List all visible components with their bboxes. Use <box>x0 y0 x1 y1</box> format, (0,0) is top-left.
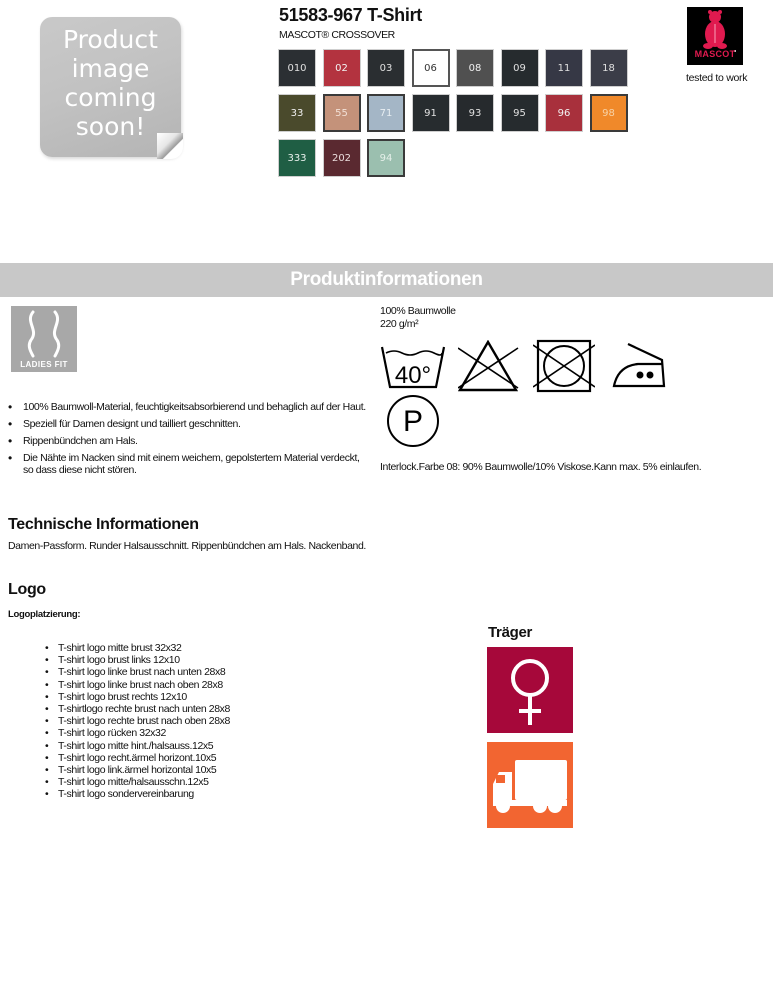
feature-item: Rippenbündchen am Hals. <box>8 435 368 447</box>
color-swatch-18[interactable]: 18 <box>589 49 628 87</box>
color-code: 02 <box>335 62 348 74</box>
material-composition: 100% Baumwolle <box>380 305 456 317</box>
technical-heading: Technische Informationen <box>8 516 199 533</box>
color-swatch-96[interactable]: 96 <box>545 94 583 132</box>
color-swatches: 010 02 03 06 08 09 11 18 33 55 71 91 93 95 96 98 333 202 9… <box>278 49 634 177</box>
color-swatch-02[interactable]: 02 <box>322 49 361 87</box>
feature-list: 100% Baumwoll-Material, feuchtigkeitsabs… <box>8 401 368 481</box>
no-tumble-dry-icon <box>533 339 595 393</box>
product-collection: MASCOT® CROSSOVER <box>279 29 395 41</box>
page-curl-icon <box>157 133 183 159</box>
color-swatch-33[interactable]: 33 <box>278 94 316 132</box>
color-swatch-03[interactable]: 03 <box>367 49 405 87</box>
placeholder-line: coming <box>64 83 157 112</box>
logo-placement-item: T-shirt logo brust links 12x10 <box>45 654 230 666</box>
logo-placement-item: T-shirt logo mitte hint./halsauss.12x5 <box>45 740 230 752</box>
color-swatch-11[interactable]: 11 <box>545 49 583 87</box>
color-code: 333 <box>287 152 307 164</box>
color-code: 91 <box>424 107 437 119</box>
color-swatch-91[interactable]: 91 <box>411 94 450 132</box>
color-swatch-71[interactable]: 71 <box>367 94 405 132</box>
color-code: 33 <box>290 107 304 119</box>
iron-two-dots-icon <box>612 343 666 388</box>
placeholder-line: Product <box>63 25 158 54</box>
logo-placement-list: T-shirt logo mitte brust 32x32T-shirt lo… <box>45 642 230 801</box>
color-swatch-202[interactable]: 202 <box>322 139 361 177</box>
feature-item: Die Nähte im Nacken sind mit einem weich… <box>8 452 368 476</box>
color-code: 03 <box>379 62 393 74</box>
color-code: 71 <box>379 107 393 119</box>
no-bleach-icon <box>458 340 519 392</box>
dryclean-letter: P <box>403 405 423 438</box>
logo-heading: Logo <box>8 581 46 598</box>
color-swatch-09[interactable]: 09 <box>500 49 539 87</box>
material-weight: 220 g/m² <box>380 318 419 330</box>
color-swatch-08[interactable]: 08 <box>456 49 494 87</box>
brand-name: MASCOT <box>694 49 736 59</box>
color-code: 06 <box>424 62 437 74</box>
mascot-logo: MASCOT <box>687 7 743 65</box>
technical-text: Damen-Passform. Runder Halsausschnitt. R… <box>8 540 366 552</box>
body-silhouette-icon <box>27 310 61 358</box>
color-swatch-93[interactable]: 93 <box>456 94 494 132</box>
color-code: 93 <box>468 107 482 119</box>
female-icon <box>487 647 573 733</box>
logo-placement-item: T-shirt logo linke brust nach oben 28x8 <box>45 679 230 691</box>
logo-subheading: Logoplatzierung: <box>8 609 81 620</box>
logo-placement-item: T-shirt logo linke brust nach unten 28x8 <box>45 666 230 678</box>
logo-placement-item: T-shirt logo link.ärmel horizontal 10x5 <box>45 764 230 776</box>
ladies-fit-badge: LADIES FIT <box>11 306 77 372</box>
dryclean-p-icon: P <box>387 395 439 447</box>
product-image-placeholder: Product image coming soon! <box>40 17 183 159</box>
color-code: 96 <box>557 107 571 119</box>
color-code: 98 <box>602 107 615 119</box>
color-swatch-95[interactable]: 95 <box>500 94 539 132</box>
color-swatch-94[interactable]: 94 <box>367 139 405 177</box>
color-code: 94 <box>379 152 393 164</box>
care-note: Interlock.Farbe 08: 90% Baumwolle/10% Vi… <box>380 461 702 473</box>
color-code: 202 <box>331 152 352 164</box>
color-code: 010 <box>287 62 307 74</box>
feature-item: 100% Baumwoll-Material, feuchtigkeitsabs… <box>8 401 368 413</box>
feature-item: Speziell für Damen designt und tailliert… <box>8 418 368 430</box>
color-code: 55 <box>335 107 348 119</box>
color-swatch-55[interactable]: 55 <box>322 94 361 132</box>
color-swatch-010[interactable]: 010 <box>278 49 316 87</box>
logo-placement-item: T-shirt logo sondervereinbarung <box>45 788 230 800</box>
logo-placement-item: T-shirt logo brust rechts 12x10 <box>45 691 230 703</box>
traeger-heading: Träger <box>488 624 533 641</box>
placeholder-line: image <box>71 54 150 83</box>
color-swatch-333[interactable]: 333 <box>278 139 316 177</box>
truck-icon <box>487 742 573 828</box>
color-code: 11 <box>557 62 571 74</box>
color-swatch-06[interactable]: 06 <box>411 49 450 87</box>
color-code: 95 <box>513 107 526 119</box>
logo-placement-item: T-shirtlogo rechte brust nach unten 28x8 <box>45 703 230 715</box>
color-swatch-98[interactable]: 98 <box>589 94 628 132</box>
ladies-fit-label: LADIES FIT <box>20 360 68 369</box>
logo-placement-item: T-shirt logo mitte brust 32x32 <box>45 642 230 654</box>
wash-40-icon: 40° <box>380 346 446 389</box>
section-banner: Produktinformationen <box>0 263 773 297</box>
material-info: 100% Baumwolle 220 g/m² <box>380 305 456 331</box>
logo-placement-item: T-shirt logo recht.ärmel horizont.10x5 <box>45 752 230 764</box>
color-code: 18 <box>602 62 615 74</box>
logo-placement-item: T-shirt logo rechte brust nach oben 28x8 <box>45 715 230 727</box>
brand-tagline: tested to work <box>686 72 748 84</box>
wash-temp: 40° <box>395 362 431 389</box>
color-code: 09 <box>513 62 526 74</box>
product-title: 51583-967 T-Shirt <box>279 5 422 25</box>
logo-placement-item: T-shirt logo rücken 32x32 <box>45 727 230 739</box>
logo-placement-item: T-shirt logo mitte/halsausschn.12x5 <box>45 776 230 788</box>
color-code: 08 <box>468 62 482 74</box>
